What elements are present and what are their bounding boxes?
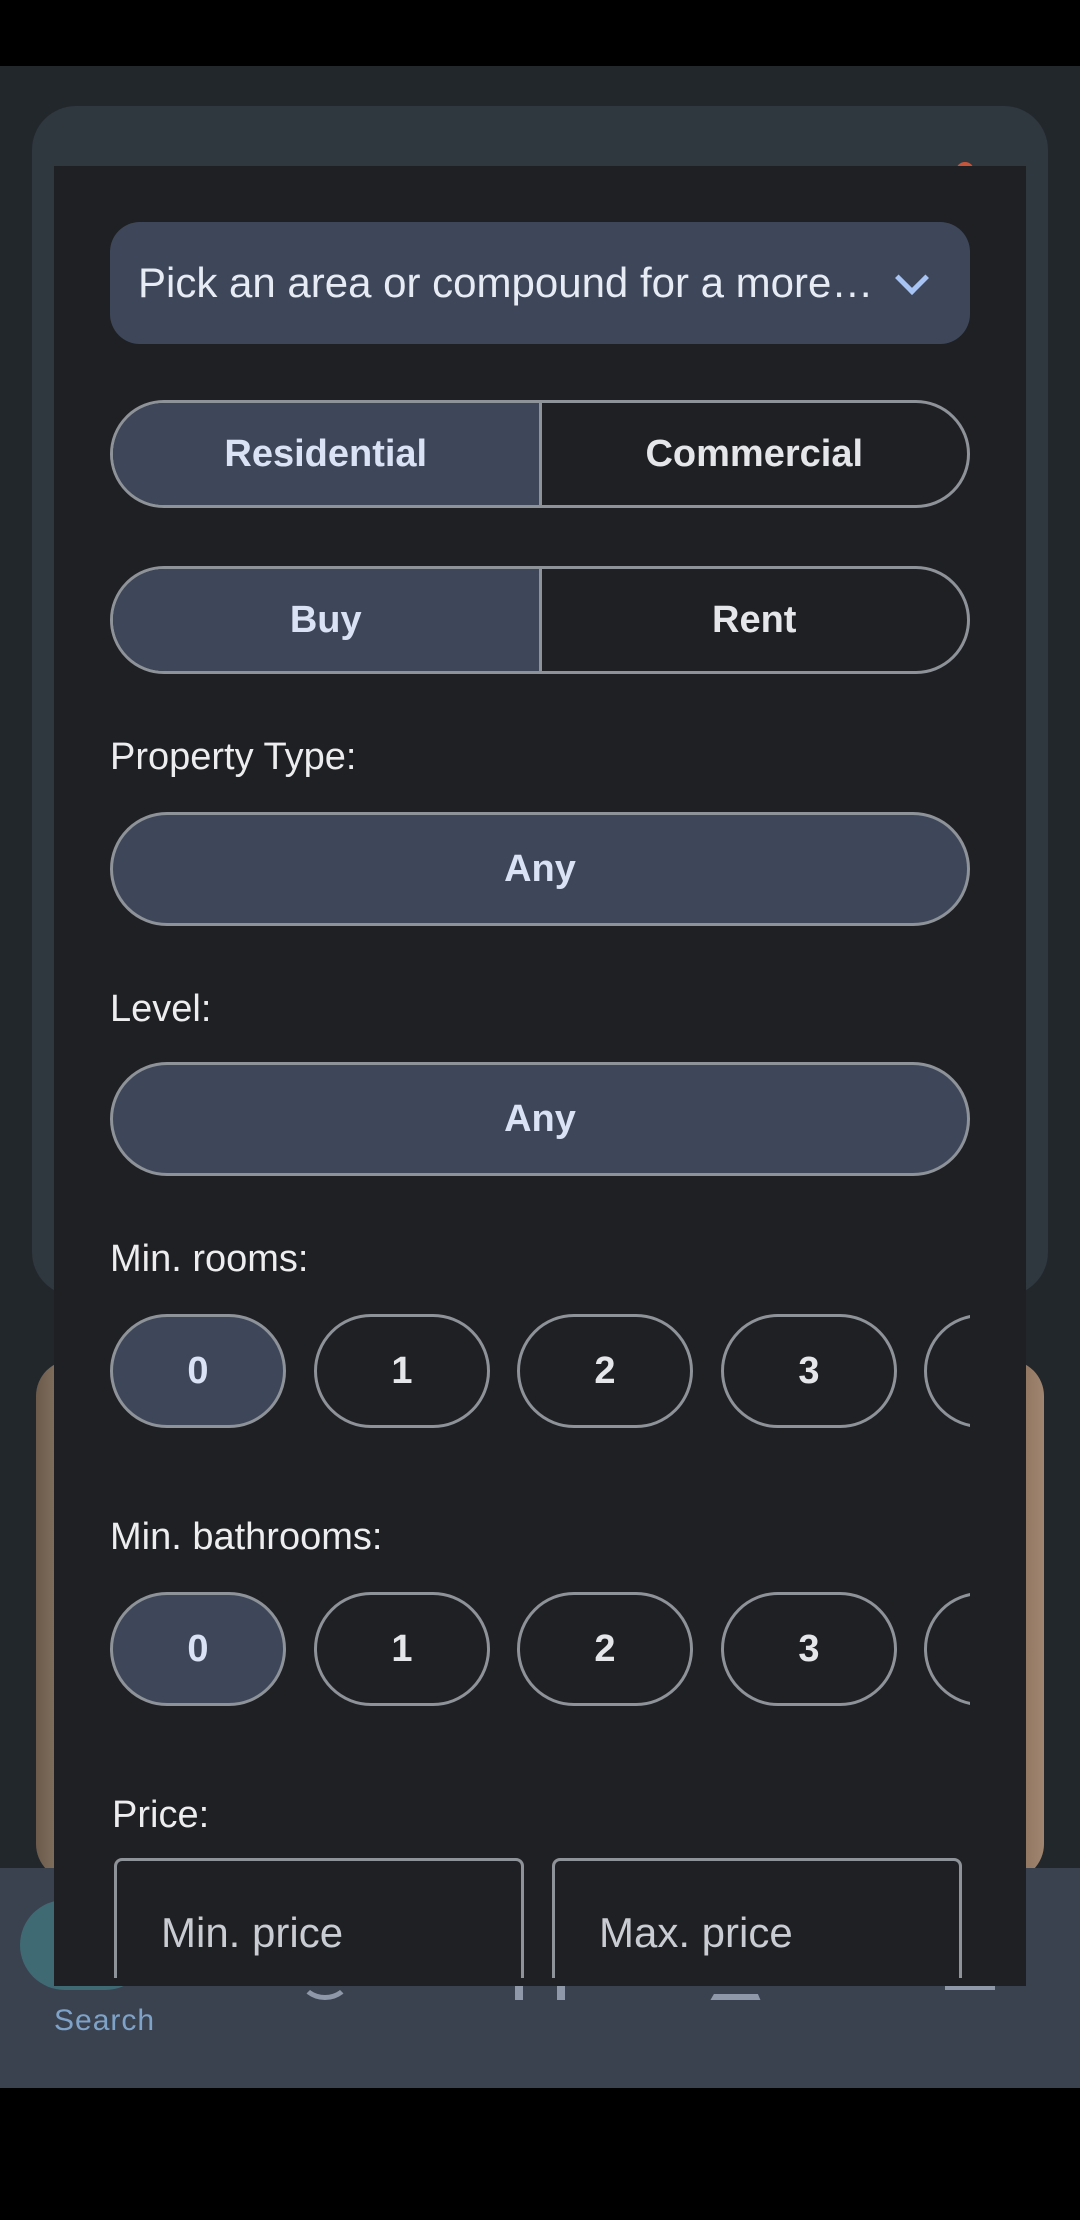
min-bathrooms-chips: 0 1 2 3 (110, 1592, 970, 1708)
bathrooms-chip-1[interactable]: 1 (314, 1592, 490, 1706)
category-residential-button[interactable]: Residential (113, 403, 539, 505)
rooms-chip-1[interactable]: 1 (314, 1314, 490, 1428)
min-price-placeholder: Min. price (161, 1909, 344, 1956)
min-price-input[interactable]: Min. price (114, 1858, 524, 1978)
bathrooms-chip-more[interactable] (924, 1592, 970, 1706)
area-compound-dropdown[interactable]: Pick an area or compound for a more accu… (110, 222, 970, 344)
max-price-placeholder: Max. price (599, 1909, 793, 1956)
purpose-rent-button[interactable]: Rent (538, 569, 968, 671)
category-toggle: Residential Commercial (110, 400, 970, 508)
chevron-down-icon (895, 261, 929, 295)
purpose-buy-button[interactable]: Buy (113, 569, 539, 671)
level-label: Level: (110, 988, 212, 1030)
bathrooms-chip-0[interactable]: 0 (110, 1592, 286, 1706)
area-dropdown-text: Pick an area or compound for a more accu… (138, 259, 876, 306)
min-rooms-label: Min. rooms: (110, 1238, 309, 1280)
property-type-label: Property Type: (110, 736, 357, 778)
system-navigation-area (0, 2088, 1080, 2220)
rooms-chip-0[interactable]: 0 (110, 1314, 286, 1428)
filter-dialog: Pick an area or compound for a more accu… (54, 166, 1026, 1986)
bathrooms-chip-3[interactable]: 3 (721, 1592, 897, 1706)
nav-search-label[interactable]: Search (54, 2004, 155, 2038)
purpose-toggle: Buy Rent (110, 566, 970, 674)
category-commercial-button[interactable]: Commercial (538, 403, 968, 505)
bathrooms-chip-2[interactable]: 2 (517, 1592, 693, 1706)
rooms-chip-3[interactable]: 3 (721, 1314, 897, 1428)
price-label: Price: (112, 1794, 210, 1836)
min-rooms-chips: 0 1 2 3 (110, 1314, 970, 1430)
property-type-select[interactable]: Any (110, 812, 970, 926)
rooms-chip-more[interactable] (924, 1314, 970, 1428)
level-select[interactable]: Any (110, 1062, 970, 1176)
status-bar (0, 0, 1080, 66)
rooms-chip-2[interactable]: 2 (517, 1314, 693, 1428)
min-bathrooms-label: Min. bathrooms: (110, 1516, 383, 1558)
max-price-input[interactable]: Max. price (552, 1858, 962, 1978)
